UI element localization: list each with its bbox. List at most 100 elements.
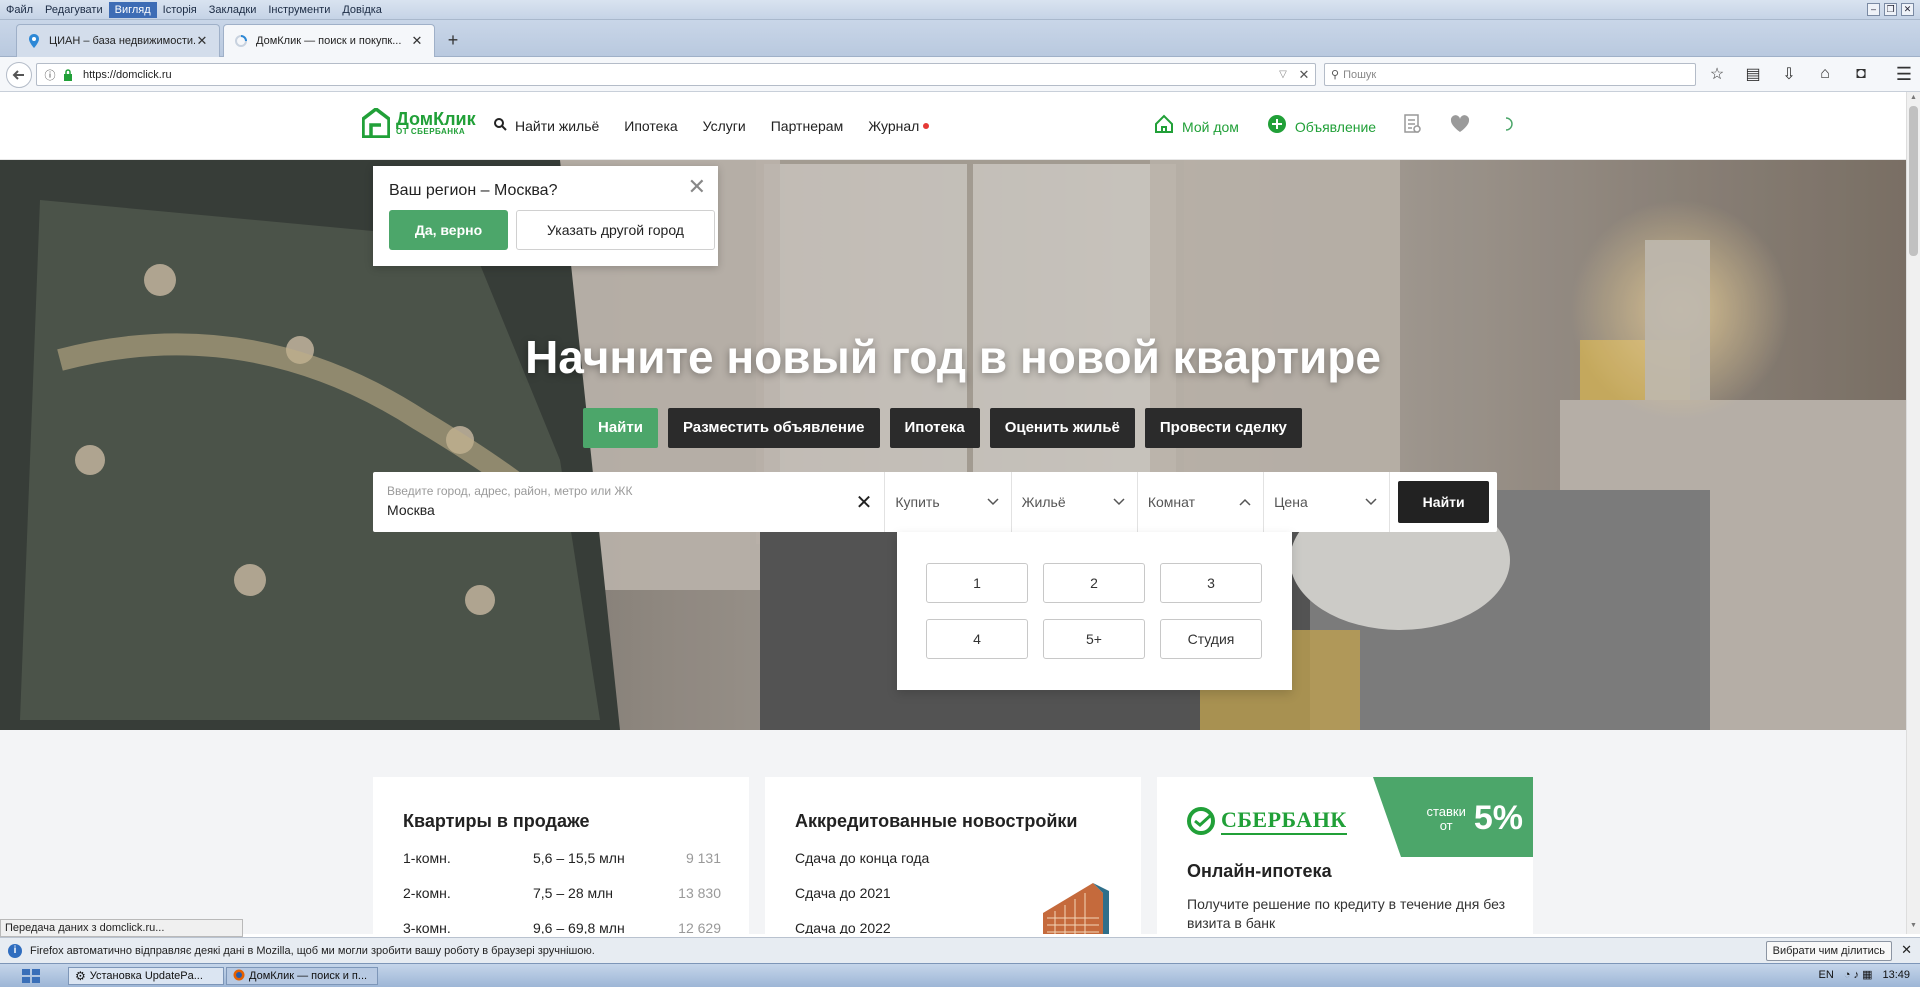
apartments-for-sale-card: Квартиры в продаже 1-комн. 5,6 – 15,5 мл… xyxy=(373,777,749,934)
scroll-down-icon[interactable]: ▼ xyxy=(1909,922,1918,932)
logo-subtitle: ОТ СБЕРБАНКА xyxy=(396,127,466,136)
taskbar-item[interactable]: ⚙ Установка UpdatePa... xyxy=(68,967,224,985)
info-icon[interactable]: ⓘ xyxy=(43,68,57,82)
notification-text: Firefox автоматично відправляє деякі дан… xyxy=(30,944,595,957)
hamburger-menu-icon[interactable]: ☰ xyxy=(1896,64,1912,85)
rooms-label: 2-комн. xyxy=(403,885,451,901)
price-select[interactable]: Цена xyxy=(1264,472,1391,532)
rooms-value: Комнат xyxy=(1147,494,1196,510)
choose-data-button[interactable]: Вибрати чим ділитись xyxy=(1765,941,1892,961)
tab-post-listing[interactable]: Разместить объявление xyxy=(667,408,880,448)
language-indicator[interactable]: EN xyxy=(1819,969,1834,981)
listing-count: 13 830 xyxy=(678,885,721,901)
url-text[interactable]: https://domclick.ru xyxy=(79,69,1273,81)
tab-deal[interactable]: Провести сделку xyxy=(1144,408,1302,448)
nav-journal[interactable]: Журнал xyxy=(868,118,930,134)
tab-find[interactable]: Найти xyxy=(583,408,658,448)
tab-valuation[interactable]: Оценить жильё xyxy=(989,408,1135,448)
menu-tools[interactable]: Інструменти xyxy=(262,2,336,18)
firefox-icon xyxy=(233,969,245,984)
home-icon[interactable]: ⌂ xyxy=(1814,63,1836,85)
menu-view[interactable]: Вигляд xyxy=(108,1,157,18)
search-submit-button[interactable]: Найти xyxy=(1398,481,1489,523)
sale-row[interactable]: 2-комн. 7,5 – 28 млн 13 830 xyxy=(403,885,721,901)
rooms-select[interactable]: Комнат xyxy=(1138,472,1265,532)
map-pin-icon xyxy=(27,34,41,48)
taskbar-item[interactable]: ДомКлик — поиск и п... xyxy=(226,967,378,985)
tab-mortgage[interactable]: Ипотека xyxy=(889,408,980,448)
favorites-heart-icon[interactable] xyxy=(1450,115,1470,138)
close-icon[interactable]: ✕ xyxy=(688,176,706,198)
tray-icons[interactable]: ◔ ♪ ▦ xyxy=(1844,968,1873,981)
menu-file[interactable]: Файл xyxy=(0,2,39,18)
change-city-button[interactable]: Указать другой город xyxy=(516,210,715,250)
browser-search-box[interactable]: ⚲ Пошук xyxy=(1324,63,1696,86)
price-range: 7,5 – 28 млн xyxy=(533,885,614,901)
nav-mortgage[interactable]: Ипотека xyxy=(624,118,677,134)
dropdown-arrow-icon[interactable]: ▽ xyxy=(1273,69,1293,80)
domclick-logo[interactable]: ДомКлик ОТ СБЕРБАНКА xyxy=(362,108,476,138)
property-type-select[interactable]: Жильё xyxy=(1012,472,1138,532)
close-tab-icon[interactable]: ✕ xyxy=(195,33,209,49)
bookmark-star-icon[interactable]: ☆ xyxy=(1706,63,1728,85)
search-icon: ⚲ xyxy=(1331,69,1340,81)
new-building-filter[interactable]: Сдача до 2021 xyxy=(795,885,891,901)
restore-icon[interactable]: ❐ xyxy=(1884,3,1897,16)
scroll-up-icon[interactable]: ▲ xyxy=(1909,94,1918,104)
nav-label: Найти жильё xyxy=(515,118,600,134)
new-tab-button[interactable]: + xyxy=(441,28,465,52)
card-title[interactable]: Аккредитованные новостройки xyxy=(795,811,1077,832)
location-value[interactable]: Москва xyxy=(387,502,870,518)
room-option[interactable]: 1 xyxy=(926,563,1028,603)
hero-headline: Начните новый год в новой квартире xyxy=(525,331,1381,383)
nav-find-home[interactable]: Найти жильё xyxy=(494,118,599,134)
close-icon[interactable]: ✕ xyxy=(1901,942,1912,958)
menu-history[interactable]: Історія xyxy=(157,2,203,18)
bookmarks-list-icon[interactable]: ▤ xyxy=(1742,63,1764,85)
my-home-link[interactable]: Мой дом xyxy=(1154,114,1239,139)
sberbank-wordmark: СБЕРБАНК xyxy=(1221,807,1347,835)
back-button[interactable] xyxy=(6,62,32,88)
page-scrollbar[interactable]: ▲ ▼ xyxy=(1906,92,1920,934)
tab-cian[interactable]: ЦИАН – база недвижимости... ✕ xyxy=(16,24,220,57)
confirm-region-button[interactable]: Да, верно xyxy=(389,210,508,250)
plus-circle-icon xyxy=(1267,114,1287,139)
main-nav: Найти жильё Ипотека Услуги Партнерам Жур… xyxy=(494,118,954,134)
room-option[interactable]: 5+ xyxy=(1043,619,1145,659)
nav-partners[interactable]: Партнерам xyxy=(771,118,843,134)
room-option[interactable]: 3 xyxy=(1160,563,1262,603)
compare-list-icon[interactable] xyxy=(1404,114,1422,139)
sale-row[interactable]: 3-комн. 9,6 – 69,8 млн 12 629 xyxy=(403,920,721,934)
add-listing-link[interactable]: Объявление xyxy=(1267,114,1376,139)
minimize-icon[interactable]: – xyxy=(1867,3,1880,16)
location-placeholder: Введите город, адрес, район, метро или Ж… xyxy=(387,484,633,498)
start-button[interactable] xyxy=(20,967,44,985)
location-input[interactable]: Введите город, адрес, район, метро или Ж… xyxy=(373,472,886,532)
card-title[interactable]: Онлайн-ипотека xyxy=(1187,861,1332,882)
deal-type-select[interactable]: Купить xyxy=(885,472,1012,532)
room-option[interactable]: Студия xyxy=(1160,619,1262,659)
room-option[interactable]: 4 xyxy=(926,619,1028,659)
card-title[interactable]: Квартиры в продаже xyxy=(403,811,590,832)
close-window-icon[interactable]: ✕ xyxy=(1901,3,1914,16)
clock[interactable]: 13:49 xyxy=(1882,969,1910,981)
nav-services[interactable]: Услуги xyxy=(703,118,746,134)
clear-icon[interactable]: ✕ xyxy=(856,490,873,515)
tab-domclick[interactable]: ДомКлик — поиск и покупк... ✕ xyxy=(223,24,435,57)
menu-help[interactable]: Довідка xyxy=(336,2,388,18)
menu-edit[interactable]: Редагувати xyxy=(39,2,109,18)
menu-bookmarks[interactable]: Закладки xyxy=(203,2,263,18)
scrollbar-thumb[interactable] xyxy=(1909,106,1918,256)
close-tab-icon[interactable]: ✕ xyxy=(410,33,424,49)
lock-icon xyxy=(61,68,75,82)
download-icon[interactable]: ⇩ xyxy=(1778,63,1800,85)
stop-icon[interactable]: ✕ xyxy=(1293,67,1315,83)
pocket-icon[interactable]: ◘ xyxy=(1850,63,1872,85)
new-building-filter[interactable]: Сдача до конца года xyxy=(795,850,929,866)
info-icon: i xyxy=(8,943,22,958)
url-bar[interactable]: ⓘ https://domclick.ru ▽ ✕ xyxy=(36,63,1316,86)
rooms-label: 3-комн. xyxy=(403,920,451,934)
room-option[interactable]: 2 xyxy=(1043,563,1145,603)
sale-row[interactable]: 1-комн. 5,6 – 15,5 млн 9 131 xyxy=(403,850,721,866)
new-building-filter[interactable]: Сдача до 2022 xyxy=(795,920,891,934)
